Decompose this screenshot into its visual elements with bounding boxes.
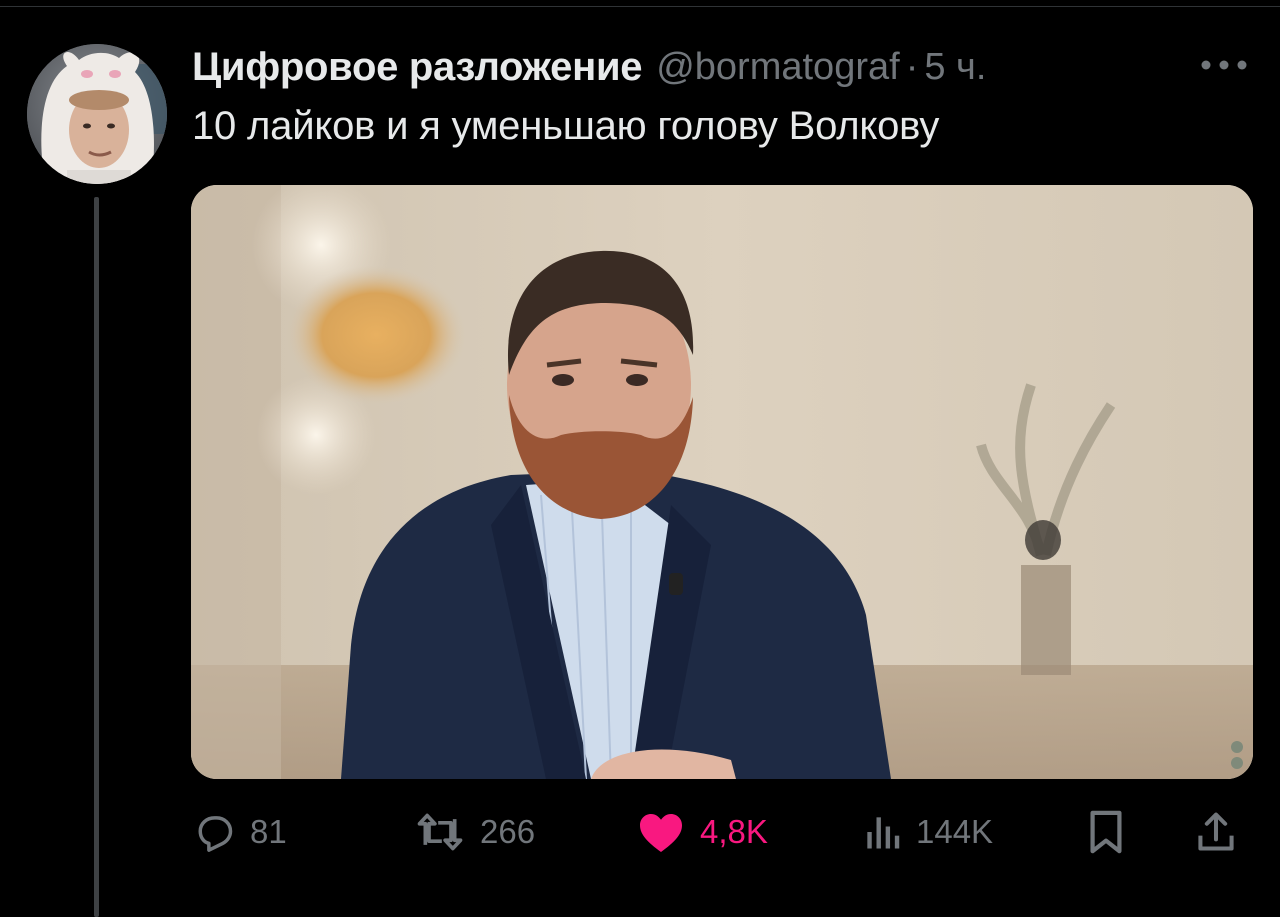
like-count: 4,8K	[700, 813, 768, 850]
thread-line	[94, 197, 99, 917]
tweet-text: 10 лайков и я уменьшаю голову Волкову	[192, 104, 940, 148]
author-display-name[interactable]: Цифровое разложение	[192, 45, 643, 90]
retweet-icon	[414, 810, 466, 854]
bookmark-button[interactable]	[1086, 804, 1126, 860]
retweet-count: 266	[480, 813, 536, 850]
author-avatar[interactable]	[27, 44, 167, 184]
retweet-button[interactable]: 266	[414, 804, 535, 860]
bookmark-icon	[1086, 809, 1126, 855]
avatar-image	[27, 44, 167, 184]
tweet-action-bar: 81 266 4,8K 144K	[192, 804, 1254, 860]
media-photo	[191, 185, 1253, 779]
reply-icon	[192, 810, 236, 854]
reply-count: 81	[250, 813, 287, 850]
tweet-header: Цифровое разложение @bormatograf · 5 ч.	[192, 42, 986, 92]
more-dots-icon	[1201, 60, 1247, 70]
reply-button[interactable]: 81	[192, 804, 287, 860]
share-icon	[1194, 809, 1238, 855]
more-options-button[interactable]	[1196, 52, 1252, 78]
header-separator: ·	[905, 45, 919, 88]
views-icon	[862, 810, 902, 854]
author-handle[interactable]: @bormatograf	[656, 46, 899, 89]
tweet-media[interactable]	[191, 185, 1253, 779]
tweet-timestamp[interactable]: 5 ч.	[924, 46, 986, 89]
like-button[interactable]: 4,8K	[636, 804, 768, 860]
share-button[interactable]	[1194, 804, 1238, 860]
views-count: 144K	[916, 813, 994, 850]
heart-icon	[636, 810, 686, 854]
views-button[interactable]: 144K	[862, 804, 993, 860]
top-divider	[0, 6, 1280, 7]
